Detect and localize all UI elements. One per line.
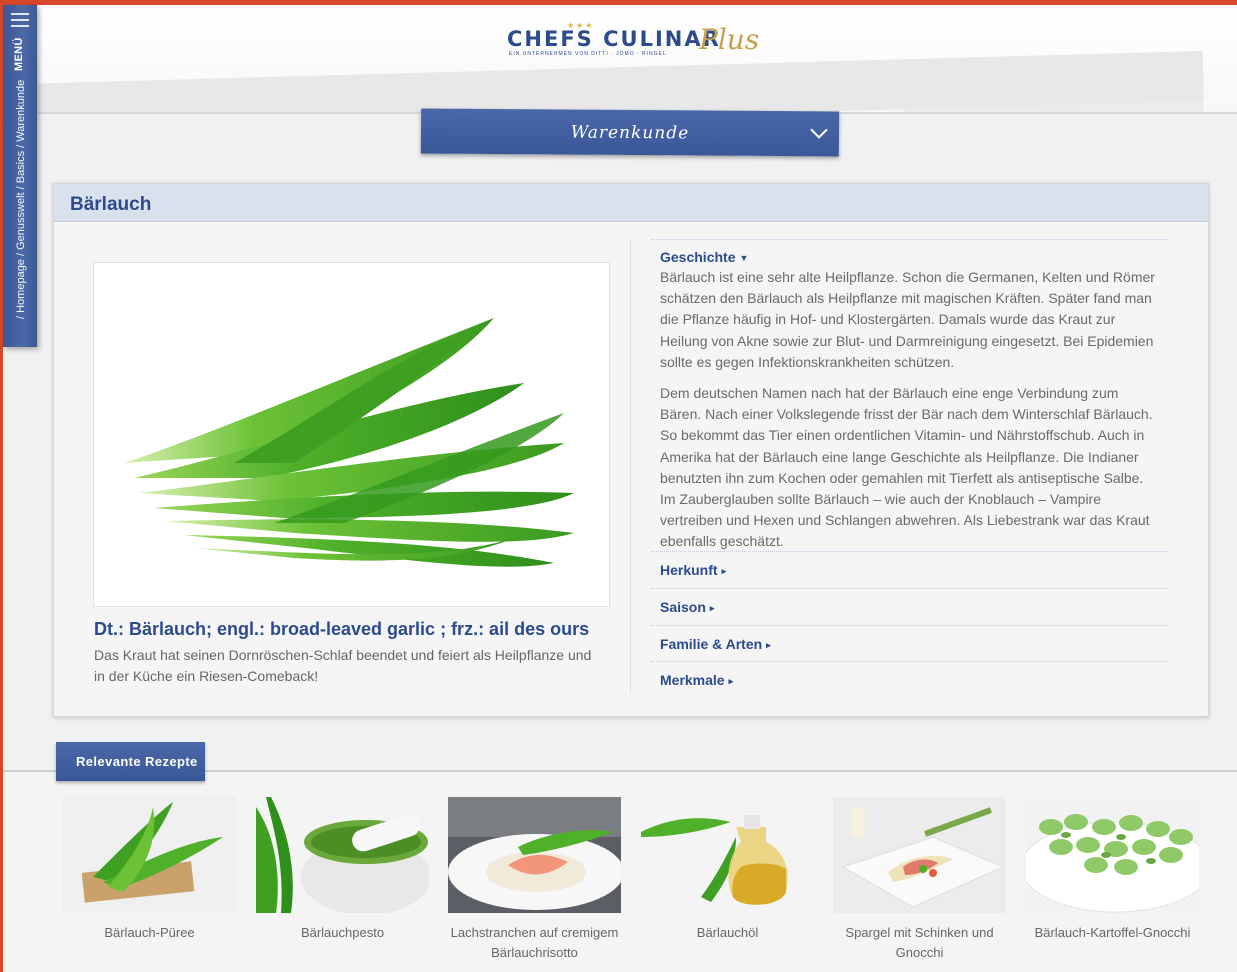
- category-select-label: Warenkunde: [570, 122, 690, 144]
- accordion-title: Herkunft: [660, 562, 718, 578]
- accordion-item-geschichte: Geschichte ▼ Bärlauch ist eine sehr alte …: [660, 249, 1160, 563]
- history-paragraph: Dem deutschen Namen nach hat der Bärlauc…: [660, 385, 1153, 550]
- accordion-title: Saison: [660, 599, 706, 615]
- side-menu[interactable]: MENÜ / Homepage / Genusswelt / Basics / …: [3, 5, 37, 347]
- recipe-title[interactable]: Bärlauch-Püree: [63, 923, 236, 943]
- caret-down-icon: ▼: [739, 253, 749, 263]
- hamburger-menu-icon[interactable]: [11, 13, 29, 27]
- caret-right-icon: ▸: [721, 566, 727, 576]
- accordion-title: Merkmale: [660, 672, 725, 688]
- recipe-card[interactable]: Lachstranchen auf cremigem Bärlauchrisot…: [448, 797, 621, 963]
- recipe-thumbnail[interactable]: [641, 797, 814, 913]
- accordion-toggle[interactable]: Saison ▸: [660, 599, 714, 615]
- accordion-toggle[interactable]: Familie & Arten ▸: [660, 636, 771, 652]
- accordion-title: Familie & Arten: [660, 636, 763, 652]
- accordion-item-merkmale[interactable]: Merkmale ▸: [651, 661, 1167, 698]
- recipe-thumbnail[interactable]: [448, 797, 621, 913]
- recipe-thumbnail[interactable]: [1026, 797, 1199, 913]
- recipe-card[interactable]: Bärlauchpesto: [256, 797, 429, 943]
- accordion-item-saison[interactable]: Saison ▸: [651, 588, 1167, 625]
- caret-right-icon: ▸: [728, 676, 734, 686]
- recipe-card[interactable]: Spargel mit Schinken und Gnocchi: [833, 797, 1006, 963]
- accordion-item-herkunft[interactable]: Herkunft ▸: [651, 551, 1167, 588]
- accordion-item-familie[interactable]: Familie & Arten ▸: [651, 625, 1167, 662]
- recipe-title[interactable]: Bärlauchöl: [641, 923, 814, 943]
- accordion-body: Bärlauch ist eine sehr alte Heilpflanze.…: [660, 267, 1160, 553]
- caret-right-icon: ▸: [766, 640, 771, 650]
- recipes-heading: Relevante Rezepte: [76, 754, 198, 769]
- recipe-thumbnail[interactable]: [63, 797, 236, 913]
- accordion-divider: [651, 239, 1167, 240]
- recipe-title[interactable]: Lachstranchen auf cremigem Bärlauchrisot…: [448, 923, 621, 963]
- category-select[interactable]: Warenkunde: [420, 108, 840, 157]
- menu-label[interactable]: MENÜ: [13, 37, 25, 71]
- header: ★★★ CHEFS CULINAR EIN UNTERNEHMEN VON DI…: [3, 5, 1237, 113]
- breadcrumb[interactable]: / Homepage / Genusswelt / Basics / Waren…: [15, 80, 27, 319]
- chevron-down-icon: [810, 128, 828, 139]
- accordion-toggle[interactable]: Merkmale ▸: [660, 672, 733, 688]
- recipe-card[interactable]: Bärlauch-Püree: [63, 797, 236, 943]
- recipe-thumbnail[interactable]: [833, 797, 1006, 913]
- accordion-title: Geschichte: [660, 249, 736, 265]
- brand-tagline: EIN UNTERNEHMEN VON DITTI · JOMO · RINGE…: [509, 51, 667, 57]
- recipe-card[interactable]: Bärlauch-Kartoffel-Gnocchi: [1026, 797, 1199, 943]
- recipe-title[interactable]: Bärlauchpesto: [256, 923, 429, 943]
- caret-right-icon: ▸: [709, 603, 715, 613]
- recipe-title[interactable]: Spargel mit Schinken und Gnocchi: [833, 923, 1006, 963]
- recipe-title[interactable]: Bärlauch-Kartoffel-Gnocchi: [1026, 923, 1199, 943]
- accordion-toggle-geschichte[interactable]: Geschichte ▼: [660, 249, 748, 265]
- brand-name: CHEFS CULINAR: [507, 27, 721, 51]
- brand-plus: Plus: [699, 23, 760, 56]
- recipe-thumbnail[interactable]: [256, 797, 429, 913]
- history-paragraph: Bärlauch ist eine sehr alte Heilpflanze.…: [660, 269, 1155, 370]
- accordion-toggle[interactable]: Herkunft ▸: [660, 562, 726, 578]
- recipe-card[interactable]: Bärlauchöl: [641, 797, 814, 943]
- recipes-tab[interactable]: Relevante Rezepte: [56, 742, 205, 781]
